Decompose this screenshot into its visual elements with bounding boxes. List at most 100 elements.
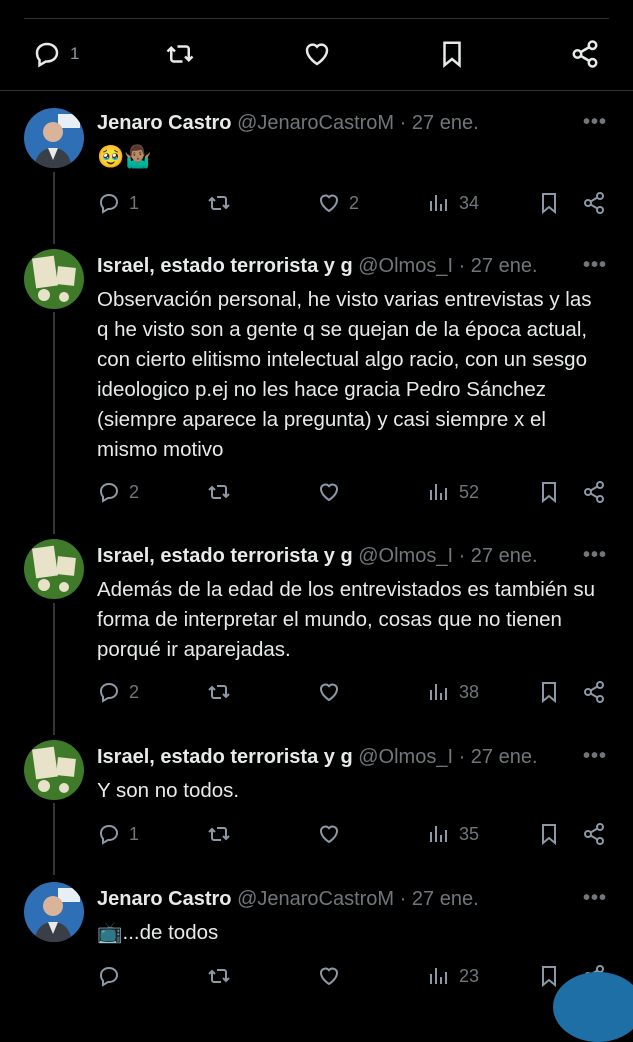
like-count: 2 [349,192,360,213]
bookmark-button[interactable] [437,30,467,78]
tweet-text: 🥹🤷🏽‍♂️ [97,144,152,169]
views-button[interactable]: 38 [427,675,479,709]
tweet[interactable]: Jenaro Castro @JenaroCastroM · 27 ene. •… [0,874,633,1042]
display-name[interactable]: Israel, estado terrorista y g [97,746,353,768]
avatar[interactable] [24,882,84,942]
bookmark-button[interactable] [537,959,561,993]
like-button[interactable] [317,475,341,509]
tweet[interactable]: Israel, estado terrorista y g @Olmos_I ·… [0,732,633,872]
more-options-button[interactable]: ••• [583,887,607,910]
retweet-button[interactable] [207,959,231,993]
share-button[interactable] [582,675,606,709]
tweet[interactable]: Israel, estado terrorista y g @Olmos_I ·… [0,531,633,731]
heart-icon [319,683,339,702]
like-button[interactable] [302,30,332,78]
bookmark-icon [542,193,556,215]
reply-button[interactable]: 1 [32,30,79,78]
avatar[interactable] [24,108,84,168]
bookmark-button[interactable] [537,186,561,220]
share-icon [584,681,604,703]
more-options-button[interactable]: ••• [583,111,607,134]
tweet-date[interactable]: 27 ene. [412,888,479,910]
tweet-date[interactable]: 27 ene. [412,112,479,134]
avatar[interactable] [24,740,84,800]
bookmark-button[interactable] [537,675,561,709]
tweet-text: 📺...de todos [97,921,219,944]
tweet-actions: 23 [97,959,609,993]
views-chart-icon [430,484,447,500]
separator-dot: · [399,888,407,910]
retweet-button[interactable] [165,30,195,78]
share-icon [572,40,598,68]
more-options-button[interactable]: ••• [583,544,607,567]
like-button[interactable] [317,817,341,851]
retweet-icon [208,485,230,499]
avatar[interactable] [24,249,84,309]
like-button[interactable] [317,959,341,993]
bookmark-button[interactable] [537,475,561,509]
tweet-actions: 2 52 [97,475,609,509]
avatar[interactable] [24,539,84,599]
compose-fab-button[interactable] [553,972,633,1042]
like-button[interactable]: 2 [317,186,359,220]
tweet-date[interactable]: 27 ene. [471,255,538,277]
more-options-button[interactable]: ••• [583,745,607,768]
display-name[interactable]: Jenaro Castro [97,112,232,134]
more-options-button[interactable]: ••• [583,254,607,277]
retweet-button[interactable] [207,675,231,709]
retweet-button[interactable] [207,186,231,220]
tweet-date[interactable]: 27 ene. [471,746,538,768]
views-chart-icon [430,968,447,984]
user-handle[interactable]: @JenaroCastroM [237,112,394,134]
tweet-header: Jenaro Castro @JenaroCastroM · 27 ene. [97,886,609,912]
user-handle[interactable]: @JenaroCastroM [237,888,394,910]
share-button[interactable] [570,30,600,78]
retweet-icon [208,196,230,210]
heart-icon [305,43,329,66]
share-button[interactable] [582,817,606,851]
separator-dot: · [458,545,466,567]
share-button[interactable] [582,186,606,220]
views-button[interactable]: 34 [427,186,479,220]
retweet-icon [166,45,194,63]
reply-icon [99,482,119,503]
tweet[interactable]: Israel, estado terrorista y g @Olmos_I ·… [0,241,633,531]
display-name[interactable]: Jenaro Castro [97,888,232,910]
view-count: 52 [459,481,480,502]
reply-icon [99,682,119,703]
views-button[interactable]: 52 [427,475,479,509]
tweet-header: Israel, estado terrorista y g @Olmos_I ·… [97,543,609,569]
view-count: 38 [459,681,480,702]
retweet-icon [208,685,230,699]
tweet-actions: 2 38 [97,675,609,709]
reply-button[interactable]: 1 [97,186,139,220]
tweet-date[interactable]: 27 ene. [471,545,538,567]
reply-button[interactable]: 1 [97,817,139,851]
share-icon [584,823,604,845]
views-button[interactable]: 23 [427,959,479,993]
views-chart-icon [430,826,447,842]
display-name[interactable]: Israel, estado terrorista y g [97,545,353,567]
views-chart-icon [430,195,447,211]
reply-count: 1 [129,192,140,213]
reply-button[interactable]: 2 [97,475,139,509]
reply-count: 1 [70,44,80,63]
bookmark-button[interactable] [537,817,561,851]
user-handle[interactable]: @Olmos_I [358,255,453,277]
reply-icon [99,193,119,214]
user-avatar-image [24,249,84,309]
retweet-button[interactable] [207,817,231,851]
tweet[interactable]: Jenaro Castro @JenaroCastroM · 27 ene. •… [0,98,633,230]
retweet-button[interactable] [207,475,231,509]
share-button[interactable] [582,475,606,509]
display-name[interactable]: Israel, estado terrorista y g [97,255,353,277]
views-button[interactable]: 35 [427,817,479,851]
reply-button[interactable]: 2 [97,675,139,709]
user-handle[interactable]: @Olmos_I [358,746,453,768]
like-button[interactable] [317,675,341,709]
user-handle[interactable]: @Olmos_I [358,545,453,567]
bookmark-icon [542,482,556,504]
tweet-header: Israel, estado terrorista y g @Olmos_I ·… [97,253,609,279]
retweet-icon [208,969,230,983]
reply-button[interactable] [97,959,121,993]
